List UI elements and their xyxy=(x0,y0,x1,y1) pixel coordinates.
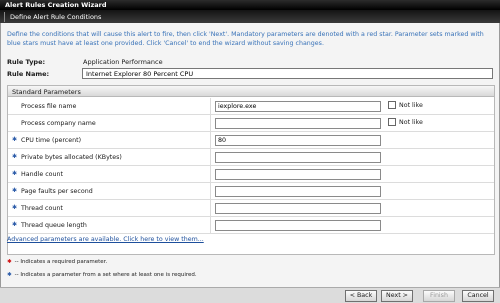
parameter-label: Process file name xyxy=(21,103,77,110)
advanced-parameters-link[interactable]: Advanced parameters are available. Click… xyxy=(7,236,204,243)
parameter-row: ✱ Thread count xyxy=(8,200,494,217)
parameter-input[interactable] xyxy=(215,186,381,197)
not-like-label: Not like xyxy=(399,119,423,126)
parameter-label: CPU time (percent) xyxy=(21,137,82,144)
parameter-label: Private bytes allocated (KBytes) xyxy=(21,154,122,161)
legend-set-text: -- Indicates a parameter from a set wher… xyxy=(14,272,197,278)
parameter-row: ✱ Private bytes allocated (KBytes) xyxy=(8,149,494,166)
parameter-label: Handle count xyxy=(21,171,63,178)
blue-star-icon: ✱ xyxy=(12,136,18,143)
rule-name-input[interactable] xyxy=(82,68,493,79)
wizard-step-label: Define Alert Rule Conditions xyxy=(4,12,106,22)
parameter-row: ✱ Thread queue length xyxy=(8,217,494,234)
window-title: Alert Rules Creation Wizard xyxy=(0,0,500,10)
rule-type-value: Application Performance xyxy=(83,58,163,66)
parameter-row: Process file name Not like xyxy=(8,98,494,115)
parameter-label: Thread queue length xyxy=(21,222,87,229)
rule-type-label: Rule Type: xyxy=(7,58,46,66)
wizard-step-bar: Define Alert Rule Conditions xyxy=(0,10,500,23)
parameter-input[interactable] xyxy=(215,135,381,146)
instructions-text: Define the conditions that will cause th… xyxy=(7,31,484,47)
column-divider xyxy=(210,98,211,114)
column-divider xyxy=(210,149,211,165)
finish-button[interactable]: Finish xyxy=(423,290,455,302)
button-bar: < Back Next > Finish Cancel xyxy=(0,287,500,303)
parameter-label: Page faults per second xyxy=(21,188,93,195)
column-divider xyxy=(210,183,211,199)
parameter-row: Process company name Not like xyxy=(8,115,494,132)
blue-star-icon: ✱ xyxy=(12,170,18,177)
not-like-label: Not like xyxy=(399,102,423,109)
parameter-input[interactable] xyxy=(215,152,381,163)
parameter-input[interactable] xyxy=(215,169,381,180)
column-divider xyxy=(210,132,211,148)
blue-star-icon: ✱ xyxy=(12,187,18,194)
parameter-input[interactable] xyxy=(215,220,381,231)
blue-star-icon: ✱ xyxy=(12,204,18,211)
rule-name-label: Rule Name: xyxy=(7,70,50,78)
parameter-label: Thread count xyxy=(21,205,63,212)
parameter-input[interactable] xyxy=(215,203,381,214)
parameter-row: ✱ CPU time (percent) xyxy=(8,132,494,149)
cancel-button[interactable]: Cancel xyxy=(462,290,494,302)
column-divider xyxy=(210,217,211,233)
parameter-input[interactable] xyxy=(215,101,381,112)
standard-parameters-panel: Standard Parameters Process file name Not… xyxy=(7,85,495,255)
column-divider xyxy=(210,200,211,216)
not-like-checkbox[interactable] xyxy=(388,101,396,109)
not-like-checkbox[interactable] xyxy=(388,118,396,126)
blue-star-icon: ✱ xyxy=(12,153,18,160)
parameter-input[interactable] xyxy=(215,118,381,129)
column-divider xyxy=(210,166,211,182)
blue-star-icon: ✱ xyxy=(12,221,18,228)
legend-required-text: -- Indicates a required parameter. xyxy=(14,259,108,265)
legend-set: ✱ -- Indicates a parameter from a set whe… xyxy=(7,272,197,278)
column-divider xyxy=(210,115,211,131)
wizard-content: Define the conditions that will cause th… xyxy=(0,23,500,287)
red-star-icon: ✱ xyxy=(7,259,12,265)
parameter-row: ✱ Handle count xyxy=(8,166,494,183)
parameter-row: ✱ Page faults per second xyxy=(8,183,494,200)
standard-parameters-header: Standard Parameters xyxy=(8,86,494,97)
next-button[interactable]: Next > xyxy=(381,290,413,302)
blue-star-icon: ✱ xyxy=(7,272,12,278)
parameter-label: Process company name xyxy=(21,120,96,127)
back-button[interactable]: < Back xyxy=(345,290,377,302)
legend-required: ✱ -- Indicates a required parameter. xyxy=(7,259,107,265)
